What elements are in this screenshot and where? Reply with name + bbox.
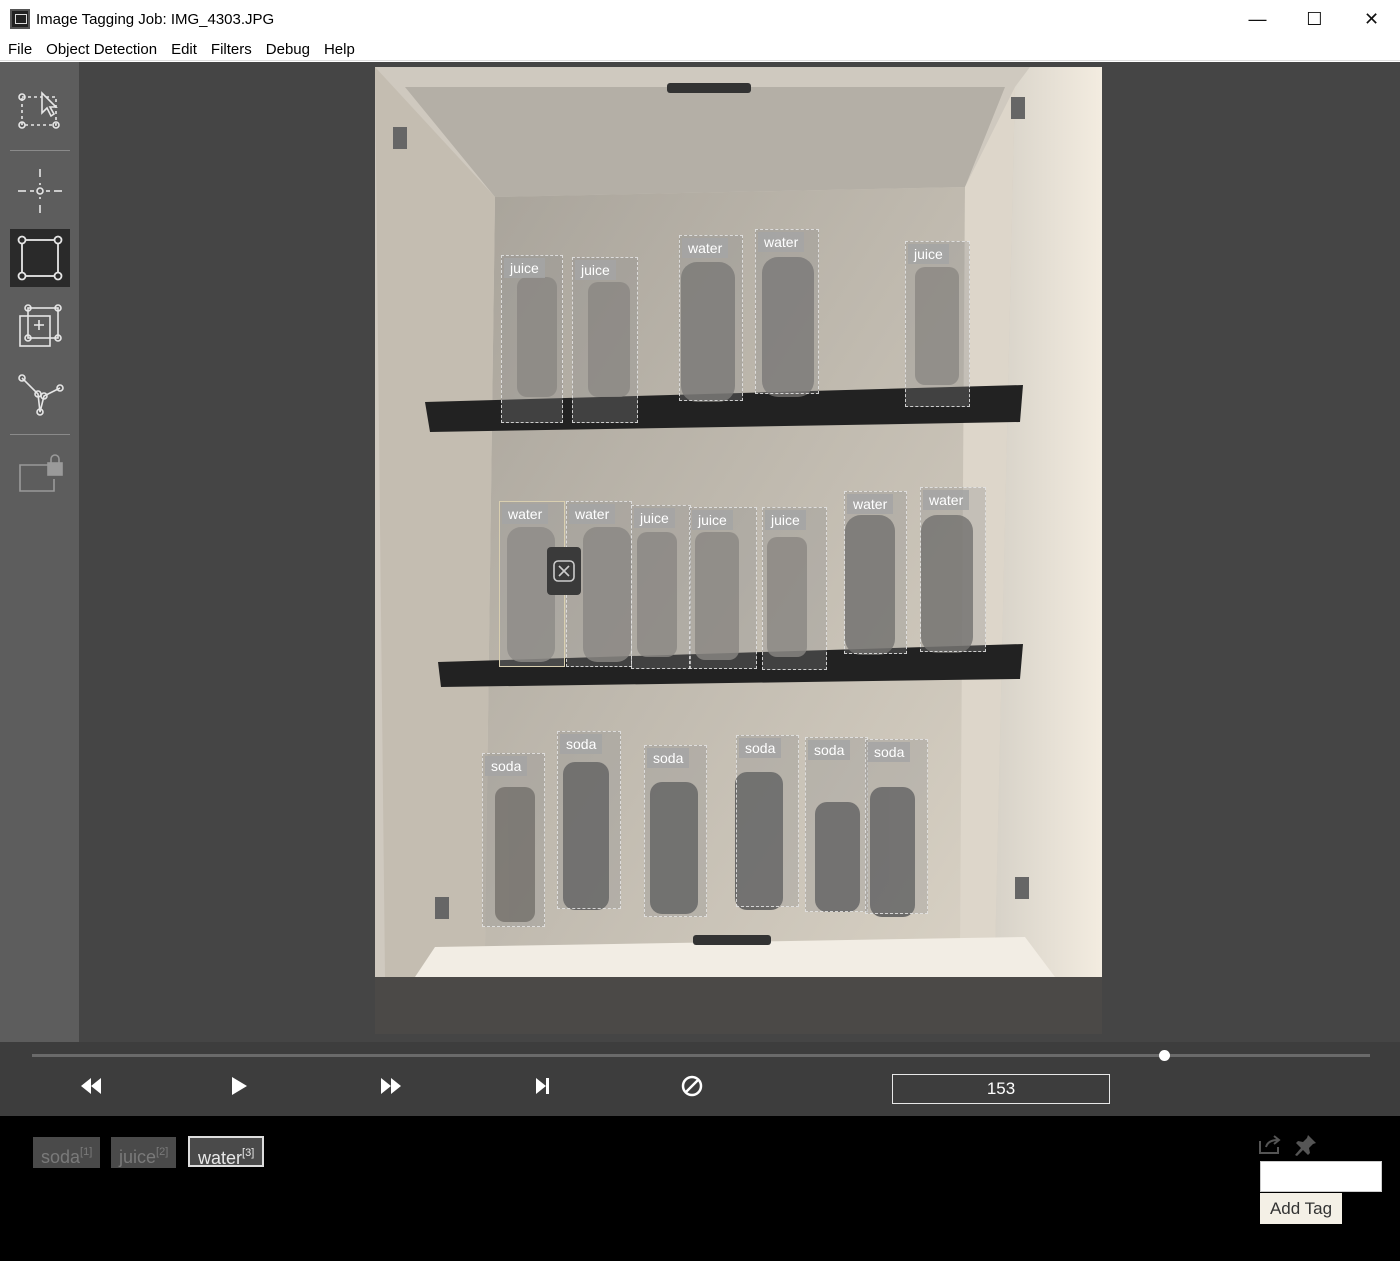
tag-hotkey: [2] xyxy=(156,1146,169,1158)
region-box[interactable]: juice xyxy=(689,507,757,669)
menu-bar: File Object Detection Edit Filters Debug… xyxy=(0,38,1400,61)
rectangle-tool-icon xyxy=(17,235,63,281)
menu-object-detection[interactable]: Object Detection xyxy=(39,41,164,58)
menu-help[interactable]: Help xyxy=(317,41,362,58)
pin-icon xyxy=(1295,1135,1316,1156)
region-box[interactable]: juice xyxy=(762,507,827,670)
point-tool-button[interactable] xyxy=(10,160,70,218)
select-tool-icon xyxy=(18,91,60,129)
tool-palette xyxy=(0,62,79,1042)
new-tag-input[interactable] xyxy=(1260,1161,1382,1192)
region-tag-label: juice xyxy=(908,244,949,264)
tag-chip-juice[interactable]: juice[2] xyxy=(111,1137,177,1168)
add-tag-button[interactable]: Add Tag xyxy=(1260,1193,1342,1224)
region-box[interactable]: soda xyxy=(736,735,799,907)
play-button[interactable] xyxy=(226,1074,252,1098)
region-tag-label: water xyxy=(569,504,616,524)
region-tag-label: soda xyxy=(647,748,690,768)
rewind-icon xyxy=(81,1078,101,1094)
tag-chip-soda[interactable]: soda[1] xyxy=(33,1137,101,1168)
region-tag-label: water xyxy=(923,490,970,510)
frame-number-input[interactable]: 153 xyxy=(892,1074,1110,1104)
app-icon xyxy=(10,9,30,29)
region-tag-label: juice xyxy=(634,508,675,528)
pin-tags-button[interactable] xyxy=(1294,1133,1318,1157)
export-icon xyxy=(1259,1135,1281,1154)
maximize-button[interactable]: ☐ xyxy=(1286,0,1343,38)
tag-chip-water[interactable]: water[3] xyxy=(188,1136,265,1168)
delete-region-button[interactable] xyxy=(547,547,581,595)
next-frame-button[interactable] xyxy=(378,1074,404,1098)
region-tag-label: juice xyxy=(575,260,616,280)
region-box[interactable]: juice xyxy=(572,257,638,423)
tag-hotkey: [1] xyxy=(80,1146,93,1158)
menu-edit[interactable]: Edit xyxy=(164,41,204,58)
next-tagged-frame-button[interactable] xyxy=(529,1074,555,1098)
region-tag-label: water xyxy=(847,494,894,514)
clear-button[interactable] xyxy=(679,1074,705,1098)
lock-tool-icon xyxy=(19,454,63,492)
tag-hotkey: [3] xyxy=(242,1147,255,1159)
editor-canvas[interactable]: juice juice water water juice water wate… xyxy=(79,62,1400,1042)
play-icon xyxy=(232,1077,247,1095)
region-box[interactable]: water xyxy=(679,235,743,401)
region-tag-label: soda xyxy=(485,756,528,776)
fast-forward-icon xyxy=(381,1078,401,1094)
region-tag-label: soda xyxy=(868,742,911,762)
region-box[interactable]: water xyxy=(844,491,907,654)
playback-bar: 153 xyxy=(0,1042,1400,1116)
menu-debug[interactable]: Debug xyxy=(259,41,317,58)
toolbar-divider xyxy=(10,150,70,151)
copy-rectangle-tool-icon xyxy=(19,304,62,347)
minimize-button[interactable]: — xyxy=(1229,0,1286,38)
region-tag-label: juice xyxy=(692,510,733,530)
lock-tool-button[interactable] xyxy=(10,442,70,500)
tag-panel: soda[1] juice[2] water[3] Add Tag xyxy=(0,1116,1400,1261)
close-circle-icon xyxy=(553,560,575,582)
region-tag-label: soda xyxy=(739,738,782,758)
tag-chip-label: water xyxy=(198,1148,243,1168)
region-tag-label: water xyxy=(502,504,549,524)
region-tag-label: juice xyxy=(765,510,806,530)
skip-to-end-icon xyxy=(536,1078,549,1094)
previous-frame-button[interactable] xyxy=(78,1074,104,1098)
menu-filters[interactable]: Filters xyxy=(204,41,259,58)
close-button[interactable]: ✕ xyxy=(1343,0,1400,38)
region-tag-label: soda xyxy=(808,740,851,760)
region-tag-label: water xyxy=(682,238,729,258)
rectangle-tool-button[interactable] xyxy=(10,229,70,287)
title-bar: Image Tagging Job: IMG_4303.JPG — ☐ ✕ xyxy=(0,0,1400,38)
cabinet-photo: juice juice water water juice water wate… xyxy=(375,67,1102,1034)
no-entry-icon xyxy=(681,1075,703,1097)
timeline-scrubber[interactable] xyxy=(1158,1050,1170,1061)
select-tool-button[interactable] xyxy=(10,80,70,138)
export-tags-button[interactable] xyxy=(1258,1135,1282,1155)
region-box[interactable]: juice xyxy=(905,241,970,407)
polygon-tool-icon xyxy=(18,374,64,416)
region-box[interactable]: soda xyxy=(805,737,868,912)
region-box[interactable]: juice xyxy=(501,255,563,423)
region-box[interactable]: water xyxy=(755,229,819,394)
tag-chip-label: soda xyxy=(41,1147,81,1167)
region-box[interactable]: soda xyxy=(557,731,621,909)
polygon-tool-button[interactable] xyxy=(10,365,70,423)
toolbar-divider xyxy=(10,434,70,435)
region-box[interactable]: soda xyxy=(865,739,928,914)
region-box[interactable]: water xyxy=(920,487,986,652)
window-controls: — ☐ ✕ xyxy=(1229,0,1400,38)
copy-rectangle-tool-button[interactable] xyxy=(10,297,70,355)
region-box[interactable]: juice xyxy=(631,505,691,669)
region-box[interactable]: soda xyxy=(482,753,545,927)
region-tag-label: water xyxy=(758,232,805,252)
region-box[interactable]: soda xyxy=(644,745,707,917)
menu-file[interactable]: File xyxy=(0,41,39,58)
window-title: Image Tagging Job: IMG_4303.JPG xyxy=(36,10,275,28)
region-tag-label: juice xyxy=(504,258,545,278)
tag-chip-label: juice xyxy=(119,1147,157,1167)
point-tool-icon xyxy=(18,169,62,213)
region-tag-label: soda xyxy=(560,734,603,754)
